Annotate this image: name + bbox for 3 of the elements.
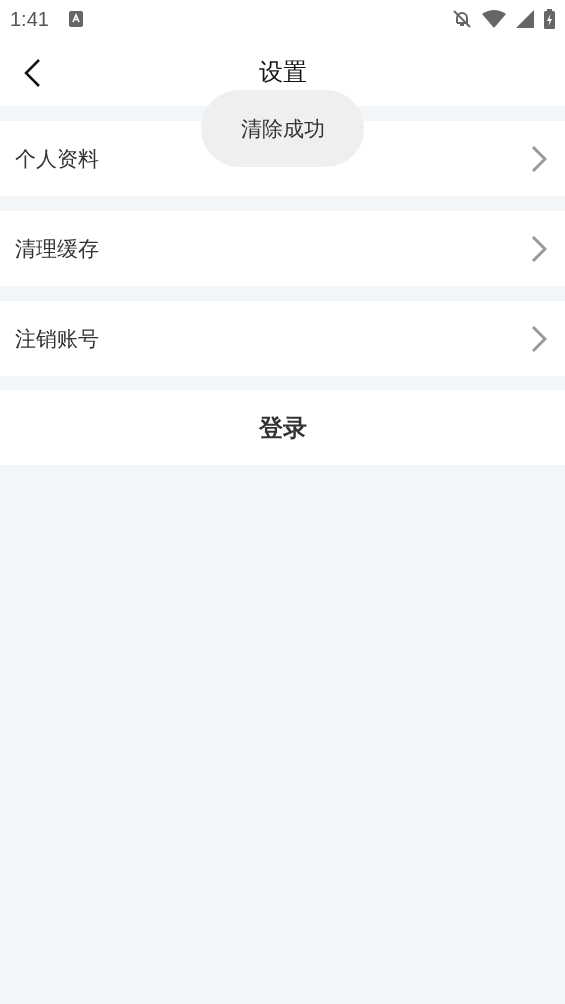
toast-message: 清除成功 [240,115,325,143]
page-title: 设置 [258,57,307,88]
status-time: 1:41 [10,7,49,31]
